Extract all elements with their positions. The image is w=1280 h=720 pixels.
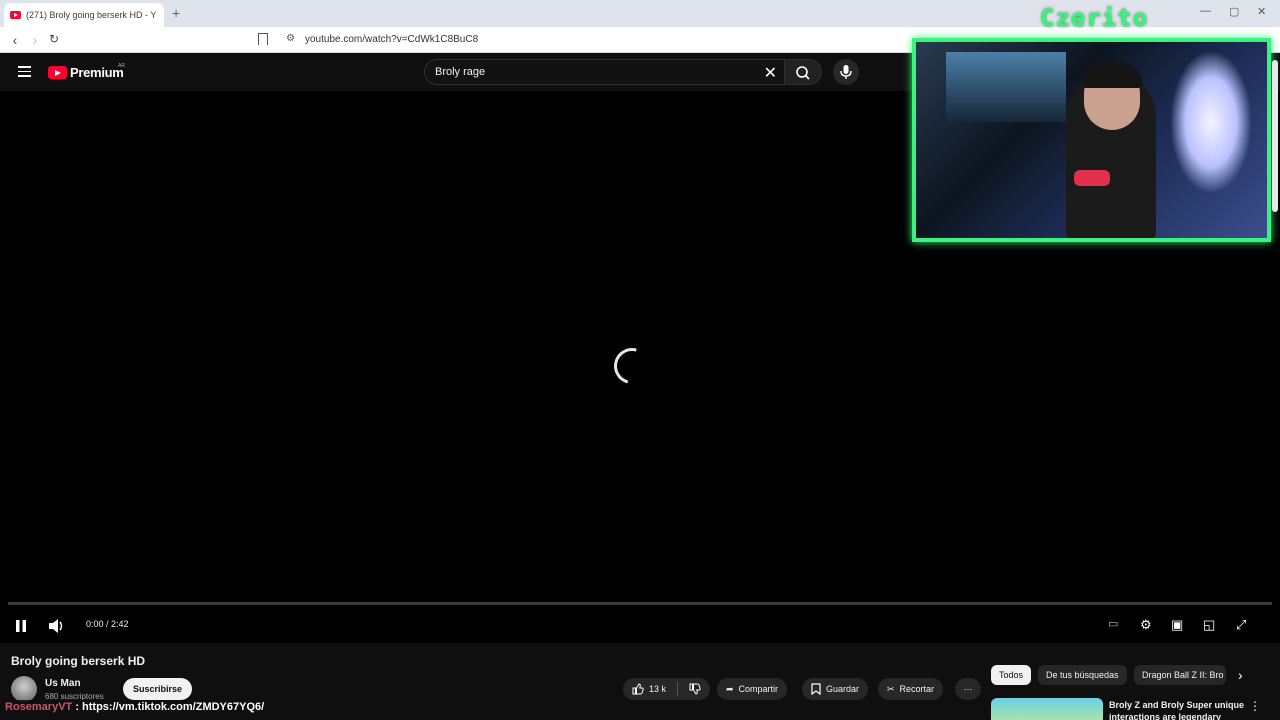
search-query: Broly rage [435,66,486,78]
video-title: Broly going berserk HD [11,654,146,668]
browser-tab[interactable]: (271) Broly going berserk HD - Y [4,3,164,27]
region-code: AR [118,63,125,69]
close-window-icon[interactable]: ✕ [1257,5,1266,18]
subscribe-button[interactable]: Suscribirse [123,678,192,700]
microphone-icon [840,65,852,79]
maximize-icon[interactable]: ▢ [1229,5,1239,18]
settings-icon[interactable]: ⚙ [1140,617,1152,633]
more-icon: ⋯ [963,683,973,694]
bookmark-icon[interactable] [258,33,268,45]
youtube-favicon-icon [10,11,21,19]
recommendation-menu-icon[interactable]: ⋮ [1249,699,1261,713]
search-input[interactable]: Broly rage ✕ [424,59,786,85]
clear-search-icon[interactable]: ✕ [764,63,777,83]
subtitles-icon[interactable]: ▭ [1108,617,1118,630]
fullscreen-icon[interactable]: ⤢ [1236,617,1246,633]
loading-spinner [607,341,657,391]
chat-username: RosemaryVT [5,701,73,713]
pause-icon[interactable] [14,619,28,633]
dislike-icon[interactable] [689,683,701,695]
youtube-logo-icon [48,66,67,79]
webcam-microphone [1074,170,1110,186]
time-display: 0:00 / 2:42 [86,619,129,629]
chip-dragon-ball[interactable]: Dragon Ball Z II: Bro [1134,665,1226,685]
like-count: 13 k [649,684,667,694]
new-tab-button[interactable]: + [172,5,180,21]
menu-icon[interactable] [18,66,31,77]
cast-icon[interactable]: ◱ [1203,617,1215,633]
streamer-name: Czerito [1040,4,1149,32]
clip-button[interactable]: ✂ Recortar [878,678,944,700]
webcam-headset [1082,62,1142,88]
screen: (271) Broly going berserk HD - Y + — ▢ ✕… [0,0,1280,720]
back-icon[interactable]: ‹ [7,32,23,48]
chips-next-icon[interactable]: › [1238,667,1243,683]
share-label: Compartir [738,684,779,694]
channel-avatar[interactable] [11,676,37,702]
page-scrollbar[interactable] [1272,60,1278,212]
like-divider [677,682,679,696]
theater-mode-icon[interactable]: ▣ [1171,617,1183,633]
recommendation-title[interactable]: Broly Z and Broly Super unique interacti… [1109,699,1247,720]
save-button[interactable]: Guardar [802,678,869,700]
chat-text: https://vm.tiktok.com/ZMDY67YQ6/ [82,701,265,713]
chat-separator: : [72,701,83,713]
tab-title: (271) Broly going berserk HD - Y [26,10,157,20]
share-icon: ➦ [726,683,734,694]
progress-bar[interactable] [8,602,1272,605]
player-controls: 0:00 / 2:42 ▭ ⚙ ▣ ◱ ⤢ [0,611,1280,641]
site-info-icon[interactable]: ⚙ [286,33,295,44]
scissors-icon: ✂ [887,683,895,694]
chat-message: RosemaryVT : https://vm.tiktok.com/ZMDY6… [0,700,484,717]
like-dislike-button[interactable]: 13 k [623,678,710,700]
save-label: Guardar [826,684,860,694]
url-field[interactable]: youtube.com/watch?v=CdWk1C8BuC8 [305,34,478,45]
youtube-premium-logo[interactable]: Premium AR [48,63,125,80]
like-icon[interactable] [632,683,644,695]
channel-name[interactable]: Us Man [45,678,81,689]
recommendation-thumbnail[interactable] [991,698,1103,720]
save-icon [811,683,821,695]
minimize-icon[interactable]: — [1200,5,1211,17]
volume-icon[interactable] [48,618,66,634]
logo-text: Premium [70,65,124,80]
chip-from-searches[interactable]: De tus búsquedas [1038,665,1127,685]
webcam-monitor [946,52,1066,122]
webcam-overlay [912,38,1271,242]
reload-icon[interactable]: ↻ [46,32,62,46]
webcam-tree-lights [1171,52,1251,192]
voice-search-button[interactable] [833,59,859,85]
search-icon [796,66,810,80]
chip-all[interactable]: Todos [991,665,1032,685]
share-button[interactable]: ➦ Compartir [717,678,788,700]
search-button[interactable] [784,59,822,85]
clip-label: Recortar [899,684,935,694]
more-actions-button[interactable]: ⋯ [955,678,981,700]
forward-icon[interactable]: › [27,32,43,48]
